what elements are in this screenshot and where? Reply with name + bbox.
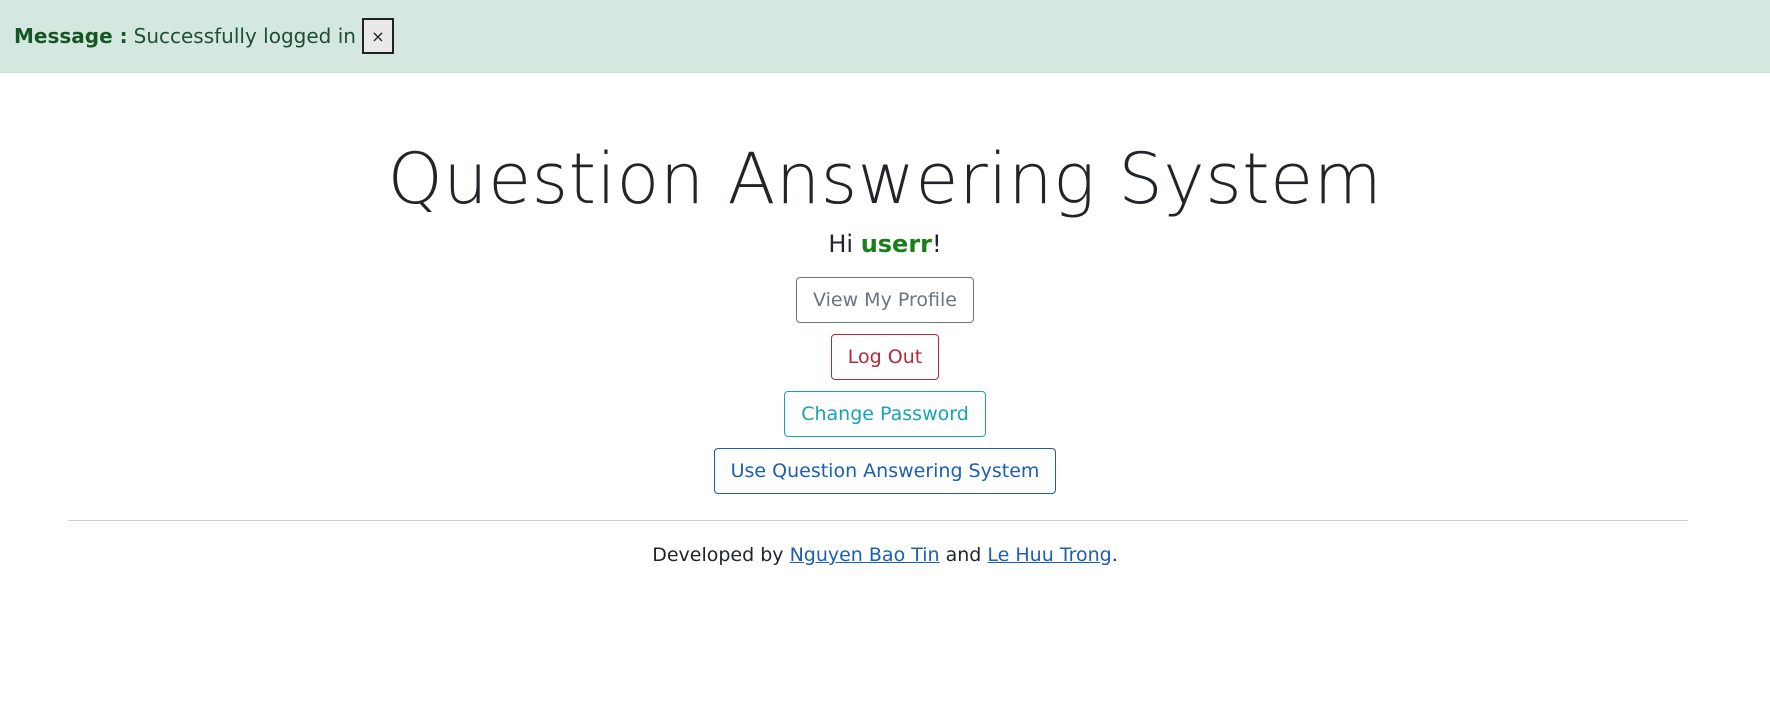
author-link-2[interactable]: Le Huu Trong: [987, 544, 1111, 566]
footer-suffix: .: [1111, 544, 1118, 566]
footer-conjunction: and: [939, 544, 988, 566]
logout-button[interactable]: Log Out: [830, 334, 940, 380]
greeting-suffix: !: [932, 230, 942, 258]
main-content: Question Answering System Hi userr! View…: [0, 73, 1770, 494]
footer: Developed by Nguyen Bao Tin and Le Huu T…: [0, 544, 1770, 566]
use-system-button[interactable]: Use Question Answering System: [713, 448, 1057, 494]
greeting-prefix: Hi: [828, 230, 861, 258]
divider: [68, 520, 1688, 521]
footer-prefix: Developed by: [652, 544, 790, 566]
close-icon: ×: [371, 26, 385, 46]
view-profile-button[interactable]: View My Profile: [796, 277, 974, 323]
username: userr: [860, 230, 933, 258]
alert-label: Message :: [14, 24, 128, 48]
page-title: Question Answering System: [387, 138, 1383, 220]
close-alert-button[interactable]: ×: [361, 18, 394, 54]
alert-message: Successfully logged in: [133, 24, 356, 48]
action-buttons: View My Profile Log Out Change Password …: [0, 277, 1770, 494]
change-password-button[interactable]: Change Password: [784, 391, 986, 437]
alert-banner: Message : Successfully logged in ×: [0, 0, 1770, 73]
greeting: Hi userr!: [0, 229, 1770, 259]
author-link-1[interactable]: Nguyen Bao Tin: [790, 544, 940, 566]
